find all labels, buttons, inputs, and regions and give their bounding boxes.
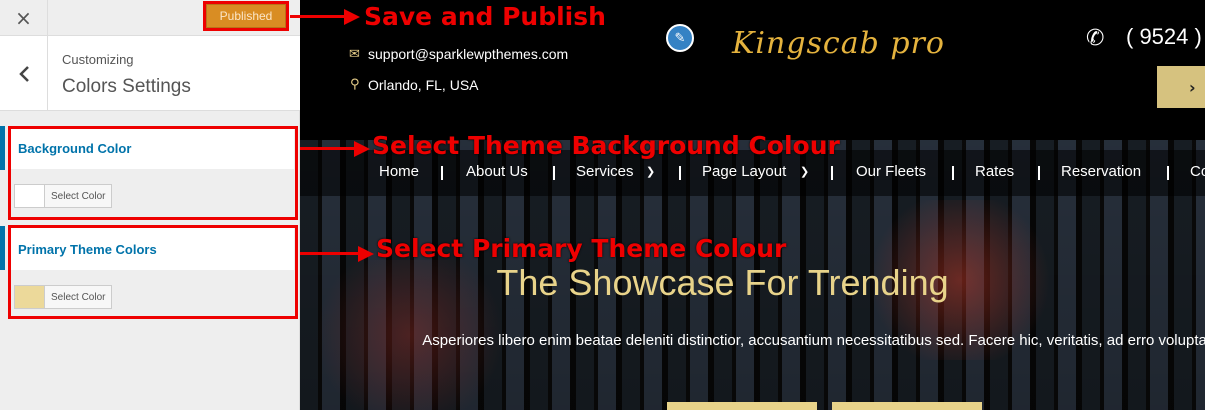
- active-indicator: [0, 226, 5, 270]
- envelope-icon: ✉: [349, 47, 360, 62]
- back-chevron-icon[interactable]: [0, 36, 48, 111]
- chevron-down-icon: ❯: [646, 166, 656, 178]
- nav-item-services[interactable]: Services: [576, 163, 634, 180]
- phone-icon: ✆: [1086, 26, 1105, 51]
- contact-location: Orlando, FL, USA: [368, 77, 479, 93]
- publish-highlight-box: [203, 1, 289, 31]
- breadcrumb: Customizing: [62, 52, 134, 67]
- arrow-line: [300, 252, 360, 255]
- cta-button[interactable]: ›: [1157, 66, 1205, 108]
- nav-item-contact[interactable]: Co: [1190, 163, 1205, 180]
- site-logo[interactable]: Kingscab pro: [732, 26, 945, 61]
- nav-item-page-layout[interactable]: Page Layout: [702, 163, 786, 180]
- phone-number: ( 9524 ): [1126, 24, 1202, 49]
- annotation-primary: Select Primary Theme Colour: [376, 234, 787, 263]
- pencil-icon[interactable]: ✎: [666, 24, 694, 52]
- arrow-head: [344, 9, 360, 25]
- nav-item-about[interactable]: About Us: [466, 163, 528, 180]
- annotation-publish: Save and Publish: [364, 2, 606, 31]
- background-highlight-box: [8, 126, 298, 220]
- close-icon[interactable]: ×: [0, 0, 48, 36]
- chevron-down-icon: ❯: [800, 166, 810, 178]
- nav-item-reservation[interactable]: Reservation: [1061, 163, 1141, 180]
- site-preview: ✉ support@sparklewpthemes.com ⚲ Orlando,…: [300, 0, 1205, 410]
- arrow-line: [300, 147, 356, 150]
- contact-email: support@sparklewpthemes.com: [368, 46, 569, 62]
- nav-item-fleets[interactable]: Our Fleets: [856, 163, 926, 180]
- nav-item-home[interactable]: Home: [379, 163, 419, 180]
- arrow-head: [354, 141, 370, 157]
- section-header: Customizing Colors Settings: [0, 36, 300, 111]
- section-title: Colors Settings: [62, 76, 191, 97]
- nav-item-rates[interactable]: Rates: [975, 163, 1014, 180]
- hero-button-primary[interactable]: [667, 402, 817, 410]
- arrow-line: [290, 15, 346, 18]
- hero-button-secondary[interactable]: [832, 402, 982, 410]
- primary-highlight-box: [8, 225, 298, 319]
- arrow-head: [358, 246, 374, 262]
- hero-title: The Showcase For Trending: [496, 262, 949, 303]
- active-indicator: [0, 126, 5, 170]
- hero-text: Asperiores libero enim beatae deleniti d…: [422, 332, 1205, 349]
- annotation-background: Select Theme Background Colour: [372, 131, 840, 160]
- map-pin-icon: ⚲: [350, 77, 360, 92]
